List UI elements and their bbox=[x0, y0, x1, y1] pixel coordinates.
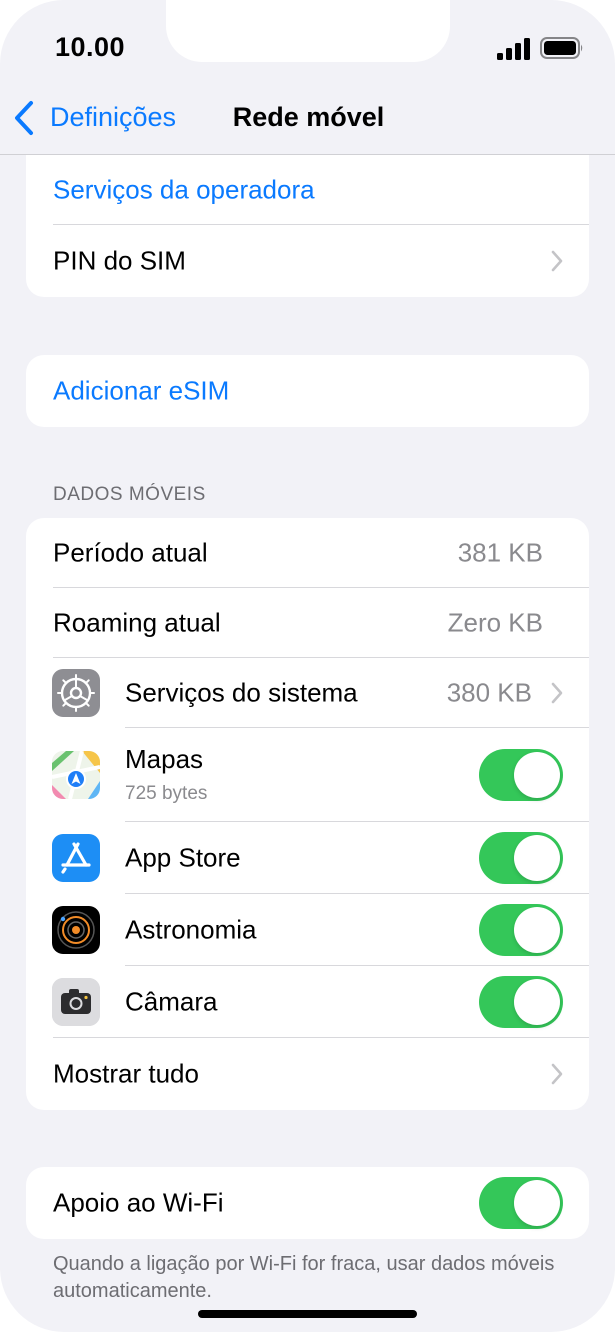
app-name: Câmara bbox=[125, 986, 218, 1017]
toggle-knob bbox=[514, 835, 560, 881]
wifi-assist-row: Apoio ao Wi-Fi bbox=[26, 1167, 589, 1239]
app-store-cellular-toggle[interactable] bbox=[479, 832, 563, 884]
phone-screen: 10.00 Definições Rede móvel Serviços da … bbox=[0, 0, 615, 1332]
sim-pin-row[interactable]: PIN do SIM bbox=[26, 225, 589, 297]
toggle-knob bbox=[514, 1180, 560, 1226]
app-usage: 725 bytes bbox=[125, 783, 208, 804]
maps-cellular-toggle[interactable] bbox=[479, 749, 563, 801]
page-title: Rede móvel bbox=[232, 102, 385, 132]
current-roaming-value: Zero KB bbox=[447, 607, 543, 638]
sim-pin-label: PIN do SIM bbox=[53, 245, 186, 276]
system-services-label: Serviços do sistema bbox=[125, 677, 358, 708]
cellular-data-group: Período atual 381 KB Roaming atual Zero … bbox=[26, 518, 589, 1110]
current-period-row: Período atual 381 KB bbox=[26, 518, 589, 588]
maps-icon bbox=[52, 751, 100, 799]
add-esim-row[interactable]: Adicionar eSIM bbox=[26, 355, 589, 427]
chevron-right-icon bbox=[551, 1063, 563, 1085]
current-roaming-row: Roaming atual Zero KB bbox=[26, 588, 589, 658]
notch bbox=[166, 0, 450, 62]
show-all-row[interactable]: Mostrar tudo bbox=[26, 1038, 589, 1110]
home-indicator[interactable] bbox=[198, 1310, 417, 1318]
show-all-label: Mostrar tudo bbox=[53, 1058, 199, 1089]
wifi-assist-footer: Quando a ligação por Wi-Fi for fraca, us… bbox=[53, 1253, 555, 1302]
app-name: Mapas bbox=[125, 744, 204, 774]
status-bar: 10.00 bbox=[0, 0, 615, 96]
toggle-knob bbox=[514, 752, 560, 798]
app-row-astronomy: Astronomia bbox=[26, 894, 589, 966]
toggle-knob bbox=[514, 907, 560, 953]
wifi-assist-toggle[interactable] bbox=[479, 1177, 563, 1229]
chevron-right-icon bbox=[551, 250, 563, 272]
app-store-icon bbox=[52, 834, 100, 882]
carrier-services-label[interactable]: Serviços da operadora bbox=[53, 175, 315, 206]
app-row-camera: Câmara bbox=[26, 966, 589, 1038]
app-row-maps: Mapas 725 bytes bbox=[26, 728, 589, 822]
astronomy-cellular-toggle[interactable] bbox=[479, 904, 563, 956]
chevron-right-icon bbox=[551, 682, 563, 704]
wifi-assist-label: Apoio ao Wi-Fi bbox=[53, 1187, 224, 1218]
battery-icon bbox=[540, 37, 583, 59]
system-services-value: 380 KB bbox=[446, 677, 532, 708]
group-top-clip bbox=[26, 155, 589, 173]
wifi-assist-group: Apoio ao Wi-Fi bbox=[26, 1167, 589, 1239]
cellular-data-header: DADOS MÓVEIS bbox=[53, 484, 206, 505]
astronomy-icon bbox=[52, 906, 100, 954]
camera-icon bbox=[52, 978, 100, 1026]
app-name: App Store bbox=[125, 842, 241, 873]
gear-icon bbox=[52, 669, 100, 717]
current-roaming-label: Roaming atual bbox=[53, 607, 221, 638]
status-time: 10.00 bbox=[55, 32, 126, 62]
app-row-app-store: App Store bbox=[26, 822, 589, 894]
system-services-row[interactable]: Serviços do sistema 380 KB bbox=[26, 658, 589, 728]
cellular-signal-icon bbox=[497, 38, 530, 60]
current-period-value: 381 KB bbox=[457, 537, 543, 568]
camera-cellular-toggle[interactable] bbox=[479, 976, 563, 1028]
toggle-knob bbox=[514, 979, 560, 1025]
navigation-bar: Definições Rede móvel bbox=[0, 90, 615, 155]
current-period-label: Período atual bbox=[53, 537, 208, 568]
add-esim-button[interactable]: Adicionar eSIM bbox=[53, 376, 229, 407]
carrier-group: Serviços da operadora PIN do SIM bbox=[26, 155, 589, 297]
app-name: Astronomia bbox=[125, 914, 257, 945]
esim-group: Adicionar eSIM bbox=[26, 355, 589, 427]
